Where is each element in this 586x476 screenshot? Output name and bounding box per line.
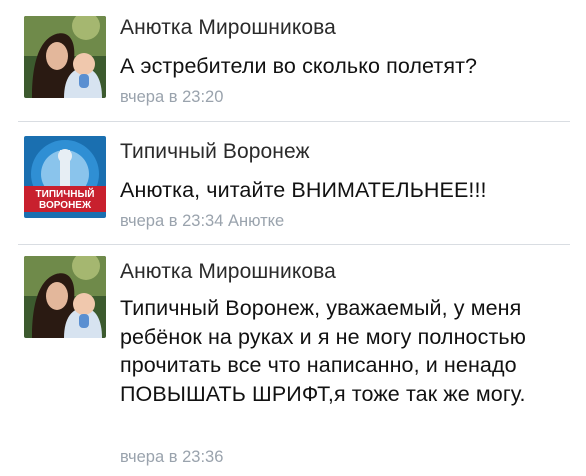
user-photo bbox=[24, 256, 106, 338]
avatar[interactable] bbox=[24, 16, 106, 98]
comment-timestamp: вчера в 23:34 Анютке bbox=[120, 212, 284, 231]
avatar[interactable] bbox=[24, 256, 106, 338]
comment-text: А эстребители во сколько полетят? bbox=[120, 54, 478, 78]
comment-text: Типичный Воронеж, уважаемый, у меня ребё… bbox=[120, 296, 526, 406]
community-logo: ТИПИЧНЫЙ ВОРОНЕЖ bbox=[24, 136, 106, 218]
comment-time[interactable]: вчера в 23:36 bbox=[120, 448, 223, 466]
divider bbox=[18, 121, 570, 122]
comment-author[interactable]: Анютка Мирошникова bbox=[120, 260, 336, 284]
comment-timestamp[interactable]: вчера в 23:36 bbox=[120, 448, 223, 467]
reply-to-link[interactable]: Анютке bbox=[228, 212, 284, 230]
comment-time[interactable]: вчера в 23:20 bbox=[120, 88, 223, 106]
comment-text: Анютка, читайте ВНИМАТЕЛЬНЕЕ!!! bbox=[120, 178, 487, 202]
comment-time[interactable]: вчера в 23:34 bbox=[120, 212, 223, 230]
comment-author[interactable]: Типичный Воронеж bbox=[120, 140, 310, 164]
user-photo bbox=[24, 16, 106, 98]
community-logo-line2: ВОРОНЕЖ bbox=[39, 200, 92, 211]
community-logo-line1: ТИПИЧНЫЙ bbox=[36, 187, 95, 200]
comment-timestamp[interactable]: вчера в 23:20 bbox=[120, 88, 223, 107]
divider bbox=[18, 244, 570, 245]
comment-author[interactable]: Анютка Мирошникова bbox=[120, 16, 336, 40]
avatar[interactable]: ТИПИЧНЫЙ ВОРОНЕЖ bbox=[24, 136, 106, 218]
comments-feed: Анютка Мирошникова А эстребители во скол… bbox=[0, 0, 586, 476]
